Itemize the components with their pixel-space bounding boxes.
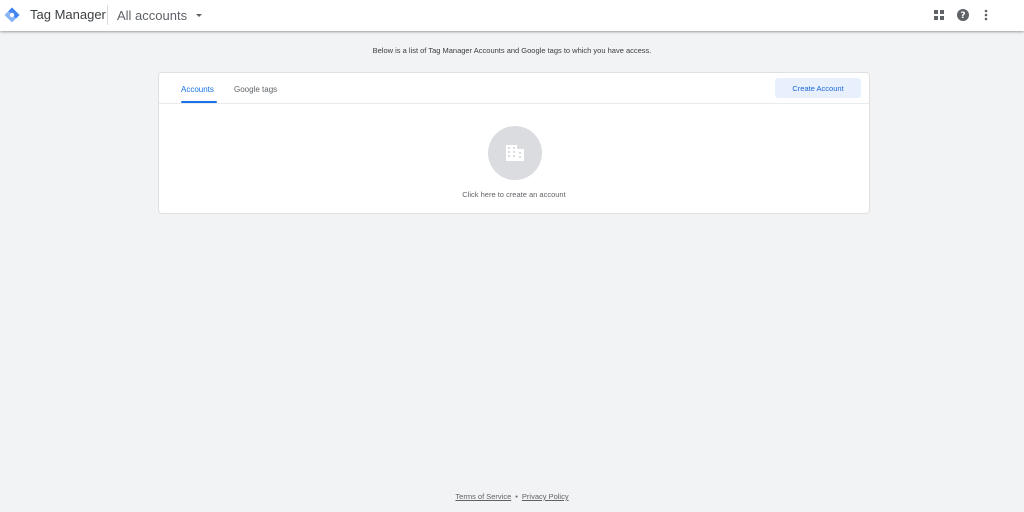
more-vert-icon[interactable] (979, 8, 993, 22)
product-name[interactable]: Tag Manager (30, 7, 106, 22)
create-account-placeholder[interactable] (488, 126, 542, 180)
apps-grid-icon[interactable] (932, 8, 946, 22)
active-tab-indicator (181, 101, 217, 103)
chevron-down-icon (196, 13, 203, 17)
tab-google-tags[interactable]: Google tags (234, 85, 277, 94)
help-icon[interactable]: ? (956, 8, 970, 22)
accounts-card: Accounts Google tags Create Account Clic… (158, 72, 870, 214)
terms-of-service-link[interactable]: Terms of Service (455, 492, 511, 501)
account-selector-label: All accounts (117, 7, 188, 23)
tab-bar: Accounts Google tags Create Account (159, 73, 869, 104)
create-account-button[interactable]: Create Account (775, 78, 861, 98)
building-icon (506, 145, 524, 161)
tag-manager-logo-icon[interactable] (4, 7, 20, 23)
create-account-hint[interactable]: Click here to create an account (159, 190, 869, 199)
header-divider (107, 5, 108, 25)
top-app-bar: Tag Manager All accounts ? (0, 0, 1024, 31)
svg-text:?: ? (960, 11, 965, 21)
privacy-policy-link[interactable]: Privacy Policy (522, 492, 569, 501)
tab-accounts[interactable]: Accounts (181, 85, 214, 94)
account-selector-dropdown[interactable]: All accounts (117, 5, 203, 25)
intro-text: Below is a list of Tag Manager Accounts … (372, 46, 652, 55)
footer-separator: • (515, 492, 518, 501)
footer: Terms of Service • Privacy Policy (0, 492, 1024, 501)
